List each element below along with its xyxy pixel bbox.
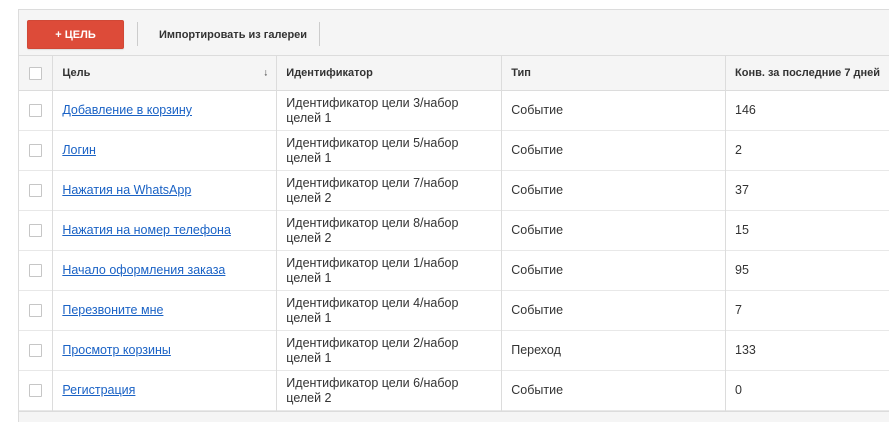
goal-type-cell: Событие bbox=[501, 250, 727, 291]
goal-identifier-cell: Идентификатор цели 4/набор целей 1 bbox=[276, 290, 503, 331]
goal-conversions-cell: 146 bbox=[725, 90, 889, 131]
goal-identifier-line1: Идентификатор цели 5/набор bbox=[286, 135, 459, 150]
table-row: Перезвоните мне Идентификатор цели 4/набо… bbox=[19, 290, 889, 331]
goal-conversions-cell: 133 bbox=[725, 330, 889, 371]
goal-identifier-line2: целей 1 bbox=[286, 150, 332, 165]
column-header-goal-label: Цель bbox=[62, 67, 91, 79]
table-row: Регистрация Идентификатор цели 6/набор цел… bbox=[19, 370, 889, 411]
row-checkbox[interactable] bbox=[29, 304, 43, 318]
goal-identifier-cell: Идентификатор цели 7/набор целей 2 bbox=[276, 170, 503, 211]
row-checkbox[interactable] bbox=[29, 344, 43, 358]
row-select-cell bbox=[19, 170, 54, 211]
goal-name-cell: Регистрация bbox=[52, 370, 278, 411]
row-select-cell bbox=[19, 210, 54, 251]
table-row: Логин Идентификатор цели 5/набор целей 1 Со… bbox=[19, 130, 889, 171]
row-select-cell bbox=[19, 130, 54, 171]
row-select-cell bbox=[19, 370, 54, 411]
goal-identifier-line2: целей 1 bbox=[286, 310, 332, 325]
goal-identifier-line1: Идентификатор цели 1/набор bbox=[286, 255, 459, 270]
goal-name-cell: Добавление в корзину bbox=[52, 90, 278, 131]
goal-identifier-line1: Идентификатор цели 3/набор bbox=[286, 95, 459, 110]
goal-name-link[interactable]: Логин bbox=[62, 143, 96, 157]
goal-name-link[interactable]: Нажатия на WhatsApp bbox=[62, 183, 191, 197]
goal-identifier-cell: Идентификатор цели 3/набор целей 1 bbox=[276, 90, 503, 131]
row-select-cell bbox=[19, 90, 54, 131]
row-checkbox[interactable] bbox=[29, 144, 43, 158]
goal-type-cell: Событие bbox=[501, 370, 727, 411]
goal-identifier-line1: Идентификатор цели 6/набор bbox=[286, 375, 459, 390]
column-header-identifier[interactable]: Идентификатор bbox=[276, 55, 503, 91]
goal-type-cell: Событие bbox=[501, 90, 727, 131]
goal-name-cell: Начало оформления заказа bbox=[52, 250, 278, 291]
goal-conversions-cell: 2 bbox=[725, 130, 889, 171]
goal-name-link[interactable]: Нажатия на номер телефона bbox=[62, 223, 231, 237]
table-header-row: Цель ↓ Идентификатор Тип Конв. за послед… bbox=[19, 55, 889, 91]
add-goal-button[interactable]: + ЦЕЛЬ bbox=[27, 20, 124, 49]
goal-name-link[interactable]: Начало оформления заказа bbox=[62, 263, 225, 277]
toolbar-divider bbox=[137, 22, 138, 46]
goal-type-cell: Переход bbox=[501, 330, 727, 371]
select-all-checkbox[interactable] bbox=[29, 66, 43, 80]
goal-name-cell: Перезвоните мне bbox=[52, 290, 278, 331]
goal-type-cell: Событие bbox=[501, 210, 727, 251]
goal-name-cell: Нажатия на номер телефона bbox=[52, 210, 278, 251]
goal-identifier-line1: Идентификатор цели 8/набор bbox=[286, 215, 459, 230]
goal-identifier-cell: Идентификатор цели 8/набор целей 2 bbox=[276, 210, 503, 251]
goal-name-link[interactable]: Регистрация bbox=[62, 383, 135, 397]
table-row: Начало оформления заказа Идентификатор це… bbox=[19, 250, 889, 291]
sort-arrow-down-icon[interactable]: ↓ bbox=[263, 68, 268, 79]
goal-conversions-cell: 7 bbox=[725, 290, 889, 331]
row-select-cell bbox=[19, 250, 54, 291]
goal-identifier-line1: Идентификатор цели 7/набор bbox=[286, 175, 459, 190]
table-row: Добавление в корзину Идентификатор цели 3… bbox=[19, 90, 889, 131]
goal-name-cell: Просмотр корзины bbox=[52, 330, 278, 371]
goals-panel: + ЦЕЛЬ Импортировать из галереи Цель ↓ И… bbox=[18, 9, 889, 422]
goals-table: Цель ↓ Идентификатор Тип Конв. за послед… bbox=[19, 55, 889, 411]
goal-identifier-cell: Идентификатор цели 1/набор целей 1 bbox=[276, 250, 503, 291]
goal-name-cell: Логин bbox=[52, 130, 278, 171]
goal-type-cell: Событие bbox=[501, 130, 727, 171]
toolbar-divider bbox=[319, 22, 320, 46]
goal-conversions-cell: 37 bbox=[725, 170, 889, 211]
goal-conversions-cell: 0 bbox=[725, 370, 889, 411]
goal-identifier-line2: целей 1 bbox=[286, 110, 332, 125]
goal-identifier-line1: Идентификатор цели 4/набор bbox=[286, 295, 459, 310]
goal-identifier-line2: целей 2 bbox=[286, 230, 332, 245]
goal-identifier-cell: Идентификатор цели 6/набор целей 2 bbox=[276, 370, 503, 411]
goal-name-link[interactable]: Перезвоните мне bbox=[62, 303, 163, 317]
goal-identifier-cell: Идентификатор цели 5/набор целей 1 bbox=[276, 130, 503, 171]
import-from-gallery-button[interactable]: Импортировать из галереи bbox=[149, 20, 317, 49]
goal-conversions-cell: 95 bbox=[725, 250, 889, 291]
goal-type-cell: Событие bbox=[501, 290, 727, 331]
goal-identifier-line2: целей 2 bbox=[286, 390, 332, 405]
row-checkbox[interactable] bbox=[29, 224, 43, 238]
goal-identifier-cell: Идентификатор цели 2/набор целей 1 bbox=[276, 330, 503, 371]
row-select-cell bbox=[19, 290, 54, 331]
goal-identifier-line2: целей 1 bbox=[286, 270, 332, 285]
table-row: Просмотр корзины Идентификатор цели 2/наб… bbox=[19, 330, 889, 371]
column-header-type[interactable]: Тип bbox=[501, 55, 727, 91]
row-checkbox[interactable] bbox=[29, 384, 43, 398]
goal-name-link[interactable]: Просмотр корзины bbox=[62, 343, 171, 357]
table-row: Нажатия на номер телефона Идентификатор ц… bbox=[19, 210, 889, 251]
table-footer bbox=[19, 411, 889, 422]
column-header-goal[interactable]: Цель ↓ bbox=[52, 55, 278, 91]
table-row: Нажатия на WhatsApp Идентификатор цели 7/… bbox=[19, 170, 889, 211]
row-checkbox[interactable] bbox=[29, 184, 43, 198]
goal-name-link[interactable]: Добавление в корзину bbox=[62, 103, 192, 117]
goal-identifier-line2: целей 1 bbox=[286, 350, 332, 365]
goal-type-cell: Событие bbox=[501, 170, 727, 211]
toolbar: + ЦЕЛЬ Импортировать из галереи bbox=[19, 10, 889, 55]
row-checkbox[interactable] bbox=[29, 264, 43, 278]
goal-identifier-line2: целей 2 bbox=[286, 190, 332, 205]
select-all-cell bbox=[19, 55, 54, 91]
goal-conversions-cell: 15 bbox=[725, 210, 889, 251]
goal-identifier-line1: Идентификатор цели 2/набор bbox=[286, 335, 459, 350]
column-header-conversions[interactable]: Конв. за последние 7 дней bbox=[725, 55, 889, 91]
row-checkbox[interactable] bbox=[29, 104, 43, 118]
row-select-cell bbox=[19, 330, 54, 371]
goal-name-cell: Нажатия на WhatsApp bbox=[52, 170, 278, 211]
